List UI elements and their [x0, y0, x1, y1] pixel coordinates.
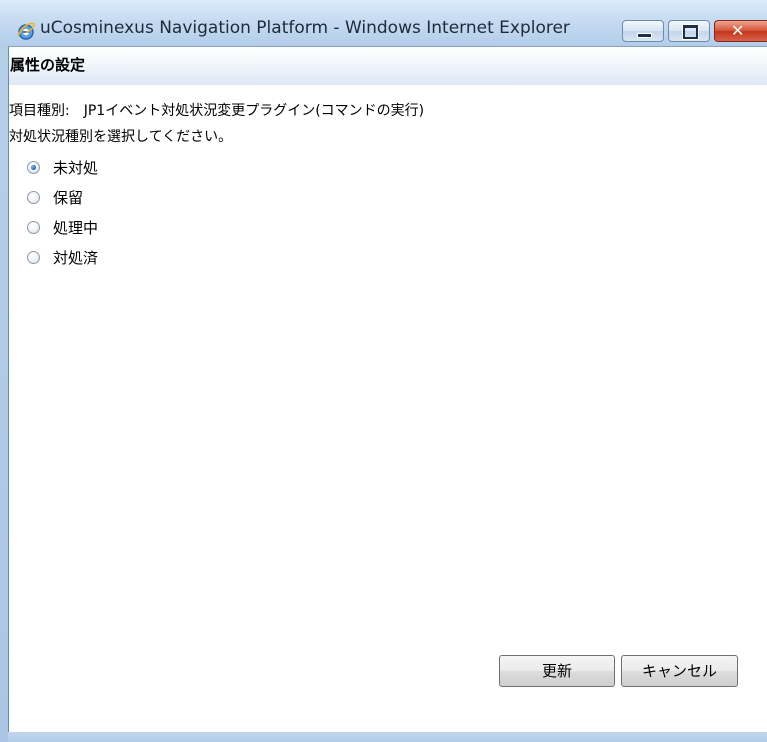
minimize-icon [637, 33, 652, 38]
page-content: 属性の設定 項目種別: JP1イベント対処状況変更プラグイン(コマンドの実行) 対… [8, 46, 767, 732]
radio-label: 対処済 [53, 248, 99, 267]
maximize-button[interactable] [668, 20, 710, 42]
close-icon: ✕ [731, 21, 745, 40]
ie-icon [17, 22, 35, 40]
window-bottom-border [8, 732, 767, 742]
item-type-label: 項目種別: [9, 103, 70, 119]
page-title: 属性の設定 [10, 56, 86, 74]
radio-option-processing[interactable]: 処理中 [27, 216, 98, 238]
radio-option-unhandled[interactable]: 未対処 [27, 156, 98, 178]
cancel-button[interactable]: キャンセル [621, 655, 738, 687]
maximize-icon [683, 25, 698, 39]
radio-button-checked[interactable] [27, 160, 40, 174]
radio-button[interactable] [27, 250, 40, 264]
window-title: uCosminexus Navigation Platform - Window… [40, 18, 570, 38]
page-header: 属性の設定 [9, 47, 767, 85]
update-button[interactable]: 更新 [499, 655, 615, 687]
radio-button[interactable] [27, 220, 40, 234]
close-button[interactable]: ✕ [714, 20, 767, 42]
radio-option-handled[interactable]: 対処済 [27, 246, 98, 268]
radio-label: 保留 [53, 188, 84, 207]
item-type-value: JP1イベント対処状況変更プラグイン(コマンドの実行) [83, 103, 425, 119]
radio-label: 未対処 [53, 158, 99, 177]
radio-option-hold[interactable]: 保留 [27, 186, 83, 208]
minimize-button[interactable] [622, 20, 664, 42]
radio-label: 処理中 [53, 218, 99, 237]
title-bar[interactable]: uCosminexus Navigation Platform - Window… [0, 0, 767, 46]
instruction-text: 対処状況種別を選択してください。 [9, 129, 233, 145]
browser-window: uCosminexus Navigation Platform - Window… [0, 0, 767, 742]
radio-button[interactable] [27, 190, 40, 204]
item-type-line: 項目種別: JP1イベント対処状況変更プラグイン(コマンドの実行) [9, 100, 424, 120]
